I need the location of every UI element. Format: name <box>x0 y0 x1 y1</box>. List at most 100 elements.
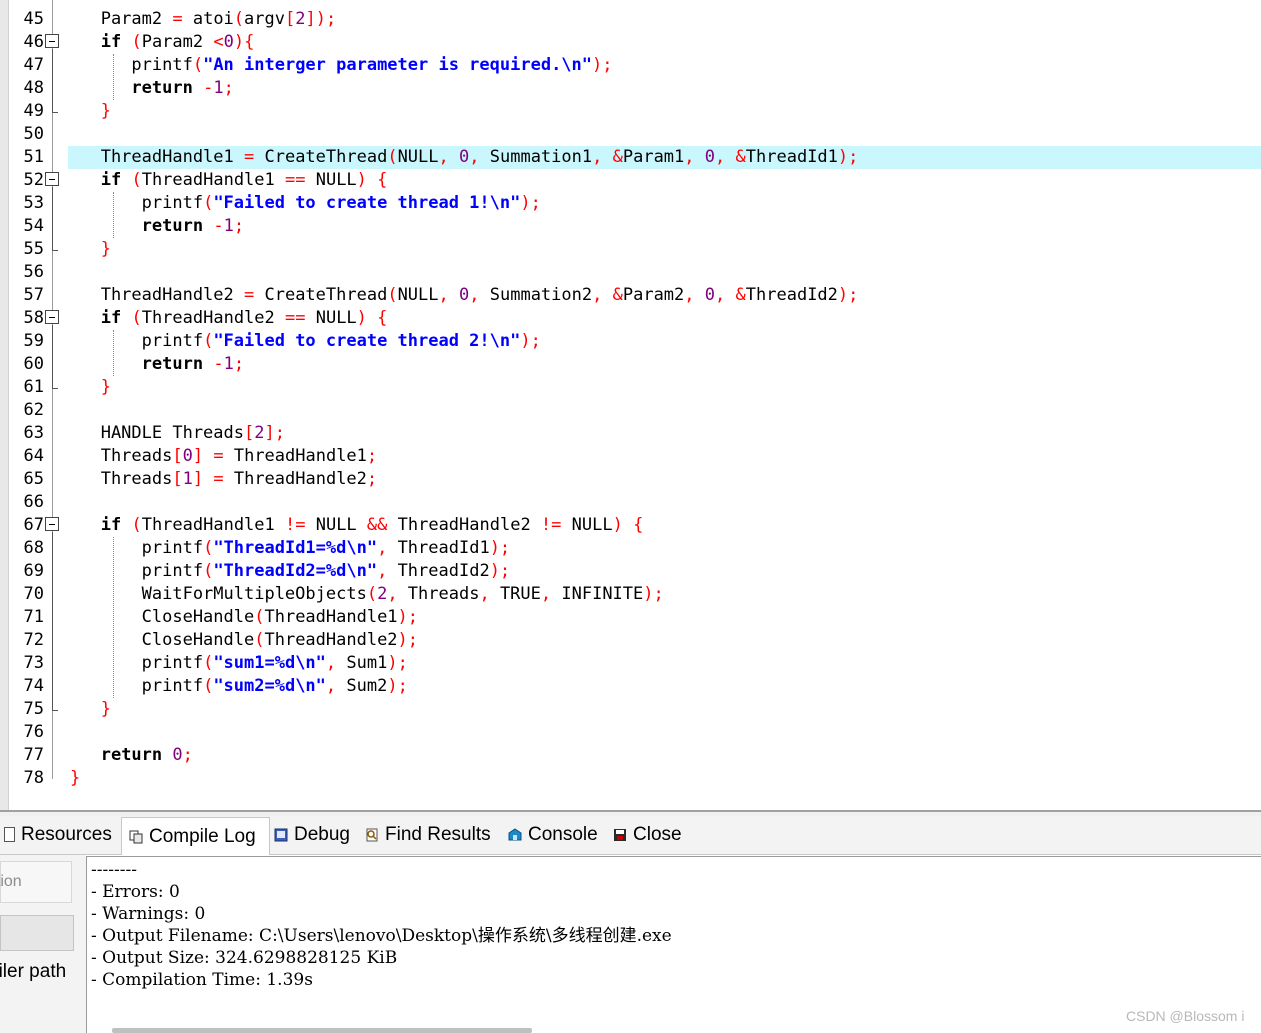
code-line[interactable]: 69 printf("ThreadId2=%d\n", ThreadId2); <box>0 560 1261 583</box>
tab-debug[interactable]: Debug <box>270 816 358 853</box>
code-line[interactable]: 56 <box>0 261 1261 284</box>
line-number: 75 <box>23 699 44 719</box>
fold-guide-end <box>52 112 58 113</box>
code-line[interactable]: 59 printf("Failed to create thread 2!\n"… <box>0 330 1261 353</box>
code-editor[interactable]: 45 Param2 = atoi(argv[2]); 46 if (Param2 … <box>0 0 1261 810</box>
code-line[interactable]: 70 WaitForMultipleObjects(2, Threads, TR… <box>0 583 1261 606</box>
tab-compile-log-label: Compile Log <box>149 825 256 847</box>
code-line[interactable]: 64 Threads[0] = ThreadHandle1; <box>0 445 1261 468</box>
fold-toggle-icon[interactable] <box>45 310 59 324</box>
code-line[interactable]: 67 if (ThreadHandle1 != NULL && ThreadHa… <box>0 514 1261 537</box>
tab-compile-log[interactable]: Compile Log <box>121 817 270 855</box>
fold-guide <box>52 187 53 250</box>
code-line[interactable]: 75 } <box>0 698 1261 721</box>
code-text: CloseHandle(ThreadHandle1); <box>70 607 419 627</box>
code-line[interactable]: 76 <box>0 721 1261 744</box>
code-line[interactable]: 47 printf("An interger parameter is requ… <box>0 54 1261 77</box>
code-line[interactable]: 65 Threads[1] = ThreadHandle2; <box>0 468 1261 491</box>
tab-debug-label: Debug <box>294 823 350 845</box>
tab-resources[interactable]: Resources <box>0 816 118 853</box>
line-number: 58 <box>23 308 44 328</box>
code-line[interactable]: 68 printf("ThreadId1=%d\n", ThreadId1); <box>0 537 1261 560</box>
code-text: if (ThreadHandle2 == NULL) { <box>100 308 388 328</box>
code-line[interactable]: 55 } <box>0 238 1261 261</box>
line-number: 53 <box>23 193 44 213</box>
code-line[interactable]: 57 ThreadHandle2 = CreateThread(NULL, 0,… <box>0 284 1261 307</box>
code-line[interactable]: 78} <box>0 767 1261 790</box>
side-panel-label: piler path <box>0 961 67 982</box>
compile-log-output[interactable]: -------- - Errors: 0- Warnings: 0- Output… <box>86 856 1261 1033</box>
code-line[interactable]: 50 <box>0 123 1261 146</box>
code-text: if (ThreadHandle1 != NULL && ThreadHandl… <box>100 515 644 535</box>
code-line[interactable]: 62 <box>0 399 1261 422</box>
line-number: 54 <box>23 216 44 236</box>
log-line: -------- <box>91 860 137 880</box>
fold-toggle-icon[interactable] <box>45 517 59 531</box>
code-line[interactable]: 54 return -1; <box>0 215 1261 238</box>
resources-icon <box>4 827 15 842</box>
code-line[interactable]: 73 printf("sum1=%d\n", Sum1); <box>0 652 1261 675</box>
code-line[interactable]: 74 printf("sum2=%d\n", Sum2); <box>0 675 1261 698</box>
line-number: 74 <box>23 676 44 696</box>
code-text: WaitForMultipleObjects(2, Threads, TRUE,… <box>70 584 664 604</box>
line-number: 63 <box>23 423 44 443</box>
code-line[interactable]: 49 } <box>0 100 1261 123</box>
indent-guide <box>113 330 114 376</box>
code-line[interactable]: 71 CloseHandle(ThreadHandle1); <box>0 606 1261 629</box>
log-horizontal-scrollbar[interactable] <box>112 1028 532 1033</box>
line-number: 67 <box>23 515 44 535</box>
tab-find-results[interactable]: Find Results <box>361 816 501 853</box>
code-line[interactable]: 60 return -1; <box>0 353 1261 376</box>
line-number: 52 <box>23 170 44 190</box>
close-icon <box>614 828 626 841</box>
line-number: 57 <box>23 285 44 305</box>
line-number: 61 <box>23 377 44 397</box>
code-line[interactable]: 48 return -1; <box>0 77 1261 100</box>
fold-guide <box>52 49 53 112</box>
line-number: 47 <box>23 55 44 75</box>
code-line[interactable]: 72 CloseHandle(ThreadHandle2); <box>0 629 1261 652</box>
side-panel-button[interactable] <box>0 915 74 951</box>
code-text: if (Param2 <0){ <box>100 32 255 52</box>
line-number: 62 <box>23 400 44 420</box>
line-number: 72 <box>23 630 44 650</box>
code-line[interactable]: 77 return 0; <box>0 744 1261 767</box>
line-number: 50 <box>23 124 44 144</box>
tab-console[interactable]: Console <box>504 816 606 853</box>
line-number: 68 <box>23 538 44 558</box>
tab-resources-label: Resources <box>21 823 112 845</box>
code-text: CloseHandle(ThreadHandle2); <box>70 630 419 650</box>
line-number: 64 <box>23 446 44 466</box>
code-line[interactable]: 52 if (ThreadHandle1 == NULL) { <box>0 169 1261 192</box>
code-text: ThreadHandle2 = CreateThread(NULL, 0, Su… <box>70 285 859 305</box>
line-number: 71 <box>23 607 44 627</box>
code-text: Threads[1] = ThreadHandle2; <box>70 469 378 489</box>
side-panel-field[interactable]: ation <box>0 861 72 903</box>
watermark: CSDN @Blossom i <box>1126 1008 1245 1024</box>
code-text: HANDLE Threads[2]; <box>70 423 285 443</box>
options-side-panel: ation piler path <box>0 855 86 1033</box>
code-text: printf("sum1=%d\n", Sum1); <box>70 653 408 673</box>
code-line[interactable]: 46 if (Param2 <0){ <box>0 31 1261 54</box>
code-line[interactable]: 51 ThreadHandle1 = CreateThread(NULL, 0,… <box>0 146 1261 169</box>
fold-toggle-icon[interactable] <box>45 34 59 48</box>
tab-close[interactable]: Close <box>609 816 691 853</box>
indent-guide <box>113 537 114 698</box>
code-text: } <box>100 699 111 719</box>
line-number: 45 <box>23 9 44 29</box>
code-text: return -1; <box>131 78 234 98</box>
bottom-tab-bar: Resources Compile Log Debug Find Results… <box>0 816 1261 855</box>
code-line[interactable]: 61 } <box>0 376 1261 399</box>
code-text: if (ThreadHandle1 == NULL) { <box>100 170 388 190</box>
line-number: 77 <box>23 745 44 765</box>
tab-find-results-label: Find Results <box>385 823 491 845</box>
code-line[interactable]: 63 HANDLE Threads[2]; <box>0 422 1261 445</box>
code-text: } <box>100 239 111 259</box>
code-line[interactable]: 53 printf("Failed to create thread 1!\n"… <box>0 192 1261 215</box>
indent-guide <box>113 192 114 238</box>
fold-guide-end <box>52 710 58 711</box>
code-line[interactable]: 45 Param2 = atoi(argv[2]); <box>0 8 1261 31</box>
code-line[interactable]: 66 <box>0 491 1261 514</box>
fold-toggle-icon[interactable] <box>45 172 59 186</box>
code-line[interactable]: 58 if (ThreadHandle2 == NULL) { <box>0 307 1261 330</box>
